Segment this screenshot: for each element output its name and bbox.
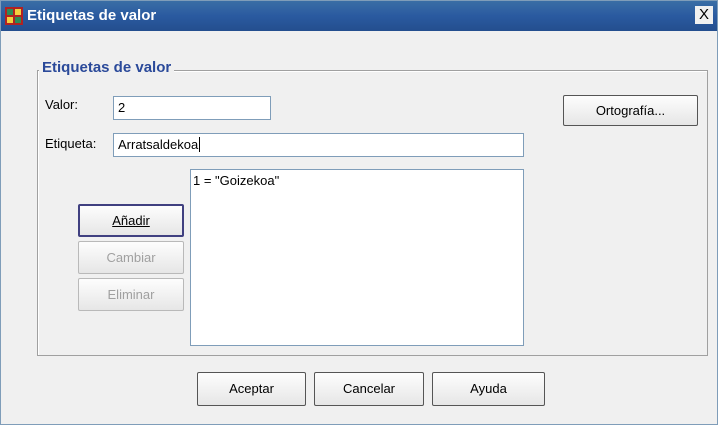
dialog-window: Etiquetas de valor X Etiquetas de valor … — [0, 0, 718, 425]
valor-label: Valor: — [45, 97, 78, 112]
text-cursor — [199, 137, 201, 152]
group-title: Etiquetas de valor — [39, 59, 175, 76]
cancelar-button[interactable]: Cancelar — [314, 372, 424, 406]
anadir-button[interactable]: Añadir — [78, 204, 184, 237]
window-title: Etiquetas de valor — [27, 7, 157, 24]
list-item[interactable]: 1 = "Goizekoa" — [193, 173, 521, 188]
etiqueta-input[interactable]: Arratsaldekoa — [113, 133, 524, 157]
valor-input[interactable]: 2 — [113, 96, 271, 120]
ayuda-button[interactable]: Ayuda — [432, 372, 545, 406]
title-bar[interactable]: Etiquetas de valor X — [1, 1, 717, 31]
ortografia-button[interactable]: Ortografía... — [563, 95, 698, 126]
close-icon[interactable]: X — [695, 6, 713, 24]
value-labels-list[interactable]: 1 = "Goizekoa" — [190, 169, 524, 346]
aceptar-button[interactable]: Aceptar — [197, 372, 306, 406]
cambiar-button[interactable]: Cambiar — [78, 241, 184, 274]
etiqueta-label: Etiqueta: — [45, 136, 97, 151]
anadir-label: Añadir — [112, 213, 150, 228]
app-icon — [5, 7, 23, 25]
etiqueta-value: Arratsaldekoa — [118, 137, 199, 152]
eliminar-button[interactable]: Eliminar — [78, 278, 184, 311]
